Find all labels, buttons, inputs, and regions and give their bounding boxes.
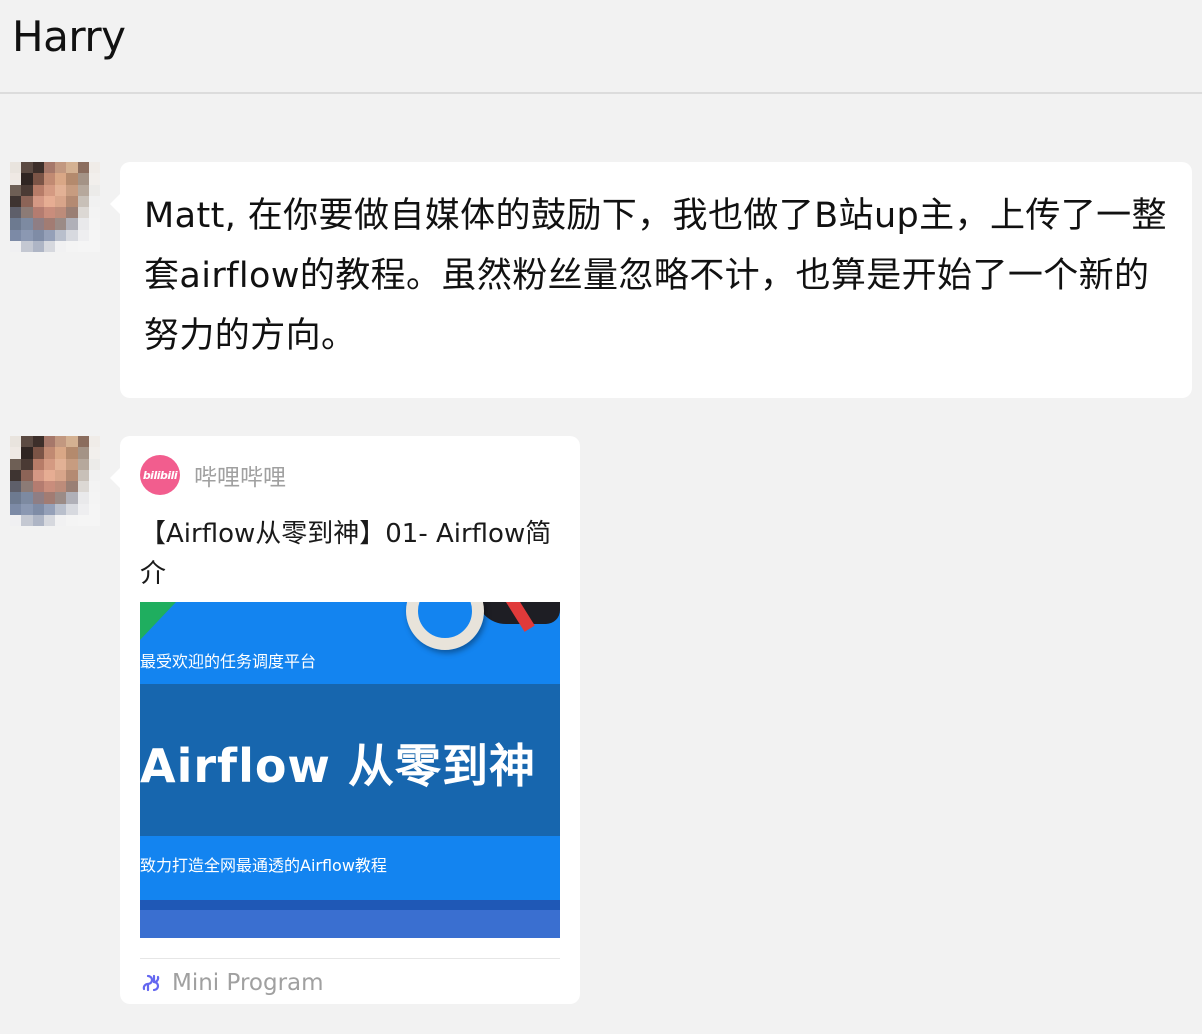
decorative-triangle-icon — [140, 602, 176, 640]
card-title: 【Airflow从零到神】01- Airflow简介 — [140, 519, 552, 589]
thumbnail-headline: Airflow 从零到神 — [140, 739, 536, 793]
card-divider — [140, 958, 560, 959]
avatar[interactable] — [10, 436, 100, 526]
card-footer: Mini Program — [140, 966, 324, 1000]
bilibili-logo-icon: bilibili — [140, 455, 180, 495]
mini-program-icon — [142, 974, 160, 992]
card-thumbnail: 最受欢迎的任务调度平台 Airflow 从零到神 致力打造全网最通透的Airfl… — [140, 602, 560, 938]
chat-title: Harry — [12, 12, 126, 61]
message-row: bilibili 哔哩哔哩 【Airflow从零到神】01- Airflow简介… — [0, 436, 1202, 1004]
card-source: bilibili 哔哩哔哩 — [140, 454, 286, 496]
message-text: Matt, 在你要做自媒体的鼓励下，我也做了B站up主，上传了一整套airflo… — [144, 196, 1167, 356]
chat-header: Harry — [0, 0, 1202, 94]
avatar[interactable] — [10, 162, 100, 252]
message-bubble[interactable]: Matt, 在你要做自媒体的鼓励下，我也做了B站up主，上传了一整套airflo… — [110, 162, 1192, 398]
mini-program-card[interactable]: bilibili 哔哩哔哩 【Airflow从零到神】01- Airflow简介… — [110, 436, 580, 1004]
card-source-name: 哔哩哔哩 — [194, 465, 286, 491]
mini-program-label: Mini Program — [172, 970, 324, 996]
thumbnail-subtitle-bottom: 致力打造全网最通透的Airflow教程 — [140, 856, 387, 875]
message-row: Matt, 在你要做自媒体的鼓励下，我也做了B站up主，上传了一整套airflo… — [0, 162, 1202, 398]
thumbnail-subtitle-top: 最受欢迎的任务调度平台 — [140, 652, 317, 671]
